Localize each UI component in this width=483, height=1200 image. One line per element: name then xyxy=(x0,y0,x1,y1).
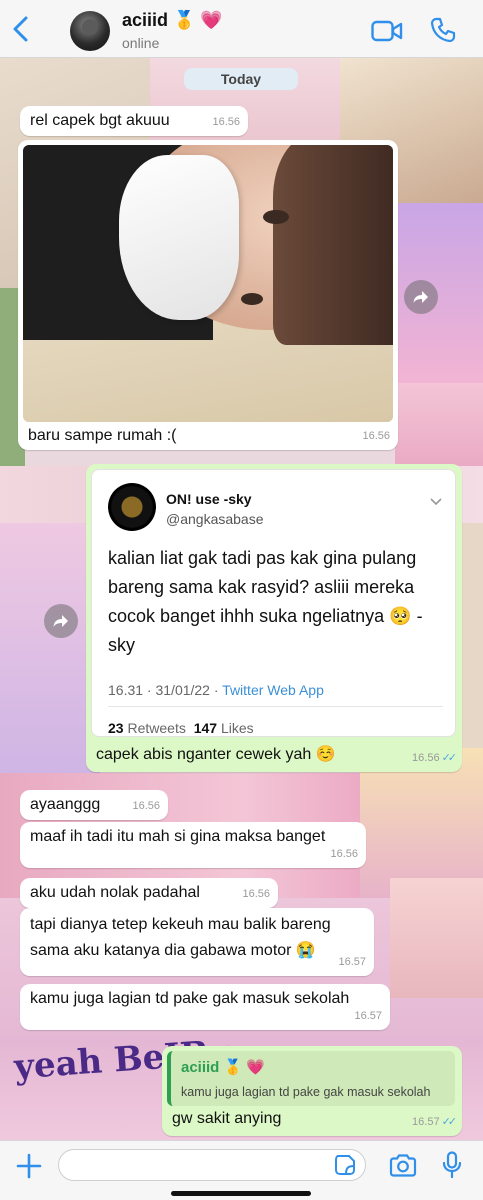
wallpaper-tile xyxy=(395,383,483,473)
like-count: 147 xyxy=(193,720,218,736)
photo-mask xyxy=(119,155,239,320)
message-time: 16.56 xyxy=(362,430,390,442)
quoted-sender: aciiid 🥇 💗 xyxy=(181,1059,266,1076)
incoming-message[interactable]: aku udah nolak padahal 16.56 xyxy=(20,878,278,908)
forward-button[interactable] xyxy=(44,604,78,638)
message-time: 16.57 xyxy=(354,1010,382,1022)
outgoing-tweet-message[interactable]: ON! use -sky @angkasabase kalian liat ga… xyxy=(86,464,462,772)
message-time: 16.56 ✓✓ xyxy=(412,752,458,764)
tweet-divider xyxy=(108,706,443,707)
forward-button[interactable] xyxy=(404,280,438,314)
message-text: rel capek bgt akuuu xyxy=(30,112,170,129)
message-time: 16.57 ✓✓ xyxy=(412,1116,458,1128)
back-chevron-icon[interactable] xyxy=(10,16,32,42)
photo-caption: baru sampe rumah :( xyxy=(28,427,177,444)
message-input[interactable] xyxy=(58,1149,366,1181)
message-time: 16.56 xyxy=(242,888,270,900)
camera-icon[interactable] xyxy=(389,1154,417,1177)
incoming-message[interactable]: maaf ih tadi itu mah si gina maksa bange… xyxy=(20,822,366,868)
quoted-message[interactable]: aciiid 🥇 💗 kamu juga lagian td pake gak … xyxy=(167,1051,455,1106)
tweet-card[interactable]: ON! use -sky @angkasabase kalian liat ga… xyxy=(91,469,456,737)
forward-arrow-icon xyxy=(413,291,428,303)
read-ticks-icon: ✓✓ xyxy=(441,752,458,764)
sticker-icon[interactable] xyxy=(334,1154,356,1176)
phone-call-icon[interactable] xyxy=(430,17,456,43)
outgoing-reply-message[interactable]: aciiid 🥇 💗 kamu juga lagian td pake gak … xyxy=(162,1046,462,1136)
chevron-down-icon[interactable] xyxy=(430,498,442,506)
read-ticks-icon: ✓✓ xyxy=(441,1116,458,1128)
message-text: aku udah nolak padahal xyxy=(30,884,200,901)
message-time: 16.57 xyxy=(338,956,366,968)
incoming-message[interactable]: ayaanggg 16.56 xyxy=(20,790,168,820)
retweet-label: Retweets xyxy=(127,720,186,736)
tweet-caption: capek abis nganter cewek yah ☺️ xyxy=(96,746,336,763)
quoted-text: kamu juga lagian td pake gak masuk sekol… xyxy=(181,1085,431,1099)
microphone-icon[interactable] xyxy=(442,1151,462,1179)
message-time: 16.56 xyxy=(132,800,160,812)
plus-icon[interactable] xyxy=(16,1153,42,1179)
tweet-stats: 23 Retweets 147 Likes xyxy=(108,717,254,739)
home-indicator xyxy=(171,1191,311,1196)
contact-name[interactable]: aciiid 🥇 💗 xyxy=(122,10,223,31)
chat-header: aciiid 🥇 💗 online xyxy=(0,0,483,58)
forward-arrow-icon xyxy=(53,615,68,627)
tweet-source-link[interactable]: Twitter Web App xyxy=(222,682,324,698)
message-text: maaf ih tadi itu mah si gina maksa bange… xyxy=(30,828,326,845)
tweet-meta: 16.31 · 31/01/22 · Twitter Web App xyxy=(108,679,324,701)
message-time: 16.56 xyxy=(212,116,240,128)
message-time: 16.56 xyxy=(330,848,358,860)
photo-eye xyxy=(241,293,263,305)
tweet-author-name: ON! use -sky xyxy=(166,491,252,507)
contact-avatar[interactable] xyxy=(70,11,110,51)
like-label: Likes xyxy=(220,720,254,736)
wallpaper-tile xyxy=(390,878,483,998)
message-text: gw sakit anying xyxy=(172,1110,282,1127)
contact-status: online xyxy=(122,35,160,51)
retweet-count: 23 xyxy=(108,720,124,736)
tweet-text: kalian liat gak tadi pas kak gina pulang… xyxy=(108,548,423,655)
video-call-icon[interactable] xyxy=(371,20,403,42)
photo-eye xyxy=(263,210,289,224)
photo-hair xyxy=(273,145,393,345)
incoming-message[interactable]: tapi dianya tetep kekeuh mau balik baren… xyxy=(20,908,374,976)
incoming-message[interactable]: kamu juga lagian td pake gak masuk sekol… xyxy=(20,984,390,1030)
message-text: tapi dianya tetep kekeuh mau balik baren… xyxy=(30,916,331,959)
tweet-avatar xyxy=(108,483,156,531)
tweet-author-handle: @angkasabase xyxy=(166,511,264,527)
photo-attachment[interactable] xyxy=(23,145,393,422)
message-text: kamu juga lagian td pake gak masuk sekol… xyxy=(30,990,350,1007)
date-separator: Today xyxy=(184,68,298,90)
tweet-date: 16.31 · 31/01/22 · xyxy=(108,682,223,698)
incoming-message[interactable]: rel capek bgt akuuu 16.56 xyxy=(20,106,248,136)
incoming-photo-message[interactable]: baru sampe rumah :( 16.56 xyxy=(18,140,398,450)
wallpaper-tile xyxy=(0,523,100,773)
